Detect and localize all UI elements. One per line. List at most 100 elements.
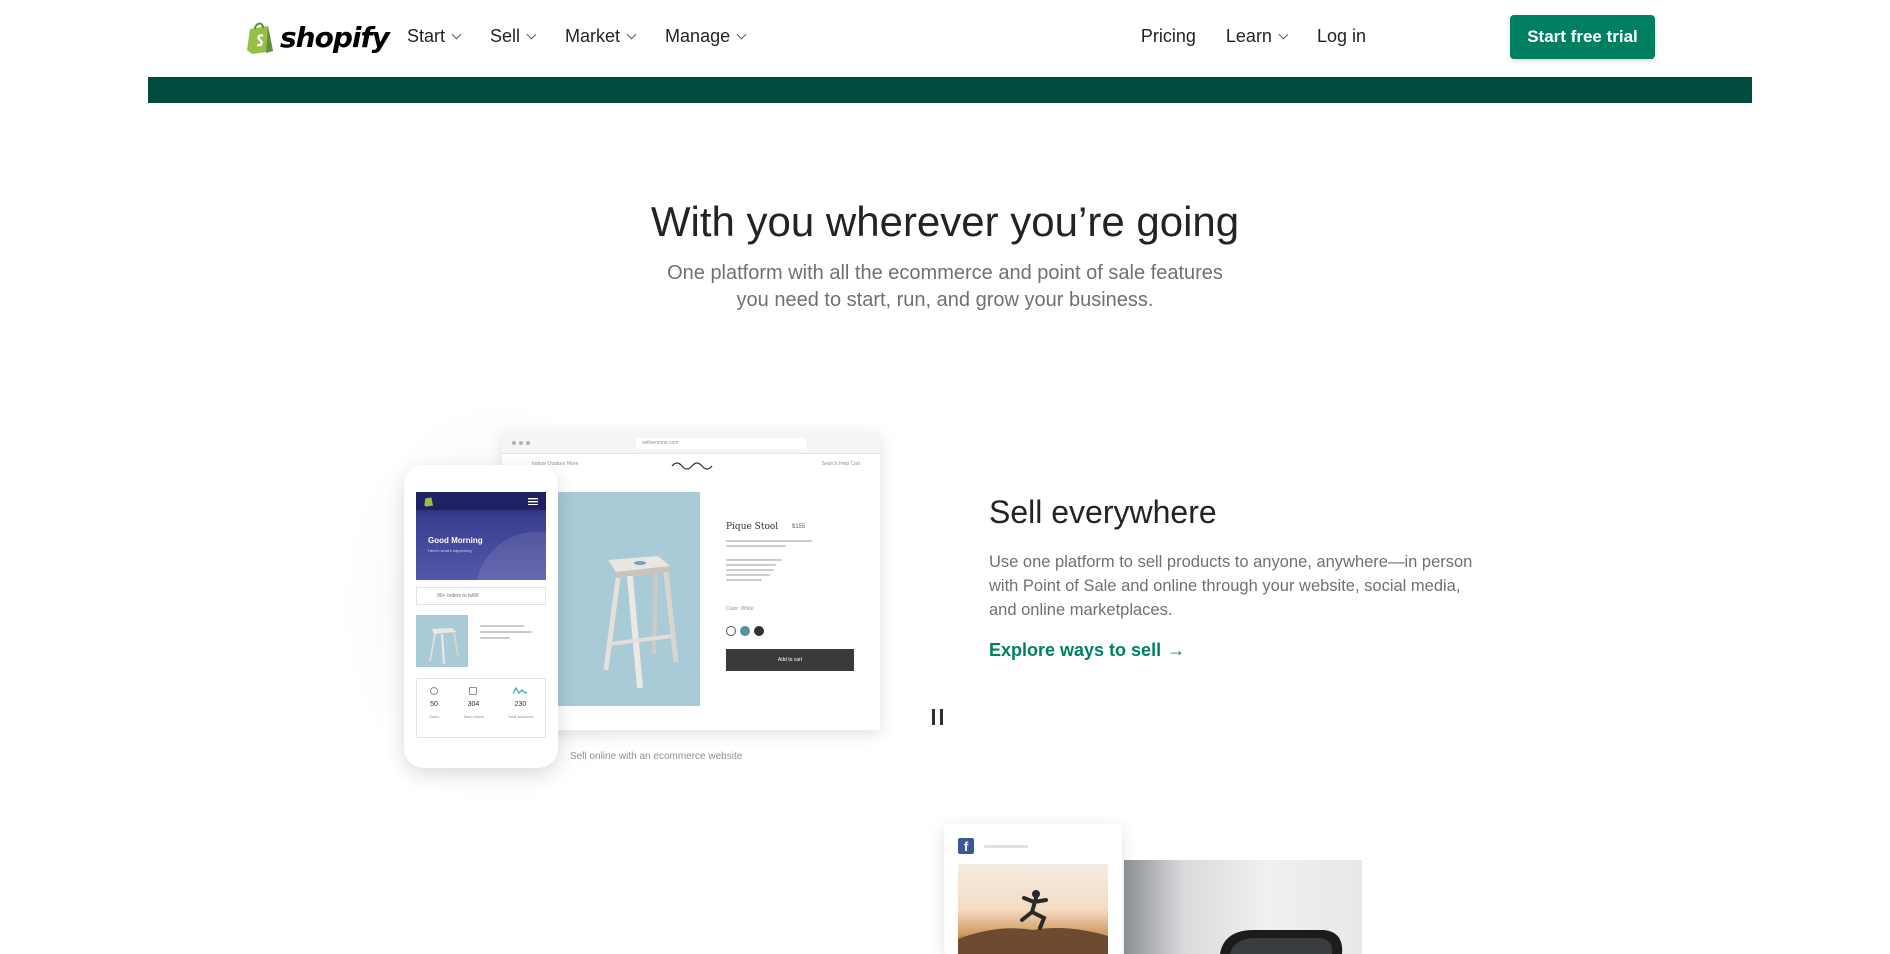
- facebook-icon: f: [958, 838, 974, 854]
- nav-start[interactable]: Start: [407, 26, 462, 47]
- stat-sessions: 230 Total sessions: [508, 687, 533, 737]
- chevron-down-icon: [526, 29, 537, 39]
- swatch-white: [726, 626, 736, 636]
- product-thumbnail: [416, 615, 468, 667]
- swatch-dark: [754, 626, 764, 636]
- text-line: [480, 625, 524, 627]
- hero-subtitle-line1: One platform with all the ecommerce and …: [667, 262, 1223, 284]
- text-line: [984, 845, 1028, 848]
- stat-orders: 304 Total orders: [463, 687, 484, 737]
- shopify-bag-icon: [424, 497, 433, 507]
- stat-label: Sales: [428, 714, 439, 719]
- window-dot-icon: [519, 441, 523, 445]
- stool-product-image: [558, 492, 700, 706]
- jumping-person-icon: [958, 890, 1108, 954]
- pause-icon[interactable]: [932, 709, 944, 725]
- nav-login[interactable]: Log in: [1317, 26, 1366, 47]
- chevron-down-icon: [736, 29, 747, 39]
- phone-header: Good Morning Here's what's happening: [416, 492, 546, 580]
- illustration-caption: Sell online with an ecommerce website: [570, 751, 743, 762]
- secondary-nav: Pricing Learn Log in: [1111, 26, 1366, 47]
- start-free-trial-button[interactable]: Start free trial: [1510, 15, 1655, 59]
- nav-learn-label: Learn: [1225, 26, 1272, 46]
- shopify-bag-icon: [247, 22, 273, 54]
- text-line: [480, 637, 510, 639]
- top-nav: shopify Start Sell Market Manage Pricing…: [0, 0, 1890, 77]
- facebook-post-card: f: [944, 824, 1122, 954]
- store-nav: Indoor Outdoor More Search Help Cart: [502, 454, 880, 474]
- orders-icon: [469, 687, 478, 695]
- browser-url: sellnerzone.com: [636, 438, 806, 449]
- chevron-down-icon: [451, 29, 462, 39]
- stat-value: 304: [467, 701, 480, 708]
- nav-learn[interactable]: Learn: [1225, 26, 1289, 47]
- arrow-right-icon: →: [1167, 640, 1186, 660]
- window-dot-icon: [526, 441, 530, 445]
- hand-holding-phone-photo: [1124, 860, 1362, 954]
- primary-nav: Start Sell Market Manage: [407, 26, 775, 47]
- shopify-logo[interactable]: shopify: [246, 18, 390, 56]
- explore-ways-to-sell-link[interactable]: Explore ways to sell →: [989, 640, 1185, 661]
- phone-greeting-sub: Here's what's happening: [428, 548, 472, 553]
- menu-icon: [528, 498, 538, 505]
- nav-sell[interactable]: Sell: [490, 26, 537, 47]
- window-dot-icon: [512, 441, 516, 445]
- chevron-down-icon: [626, 29, 637, 39]
- hero-subtitle: One platform with all the ecommerce and …: [645, 260, 1245, 314]
- phone-greeting: Good Morning: [428, 536, 483, 545]
- stat-label: Total orders: [462, 714, 484, 719]
- text-line: [726, 579, 762, 581]
- logo-text: shopify: [280, 20, 390, 54]
- store-wave-logo-icon: [671, 462, 713, 470]
- product-price: $155: [792, 524, 806, 530]
- text-line: [726, 564, 776, 566]
- swatch-blue: [740, 626, 750, 636]
- jumping-person-photo: [958, 864, 1108, 954]
- ecommerce-browser-mockup: sellnerzone.com Indoor Outdoor More Sear…: [502, 432, 880, 730]
- stat-value: 230: [514, 701, 527, 708]
- green-banner-strip: [148, 77, 1752, 103]
- stat-label: Total sessions: [507, 714, 533, 719]
- color-label: Color: White: [726, 606, 754, 612]
- hero-title: With you wherever you’re going: [650, 198, 1240, 245]
- explore-link-label: Explore ways to sell: [989, 640, 1162, 660]
- phone-topbar: [416, 492, 546, 510]
- thumbnail-text: [480, 625, 540, 642]
- stat-value: 50: [430, 701, 438, 708]
- hero-subtitle-line2: you need to start, run, and grow your bu…: [736, 289, 1154, 311]
- color-swatches: [726, 626, 764, 636]
- phone-stats: 50 Sales 304 Total orders 230 Total sess…: [416, 678, 546, 738]
- product-title: Pique Stool: [726, 522, 779, 532]
- text-line: [726, 559, 782, 561]
- phone-device-icon: [1220, 930, 1343, 954]
- sessions-chart-icon: [513, 687, 528, 695]
- browser-toolbar: sellnerzone.com: [502, 432, 880, 454]
- sales-icon: [429, 687, 438, 695]
- chevron-down-icon: [1278, 29, 1289, 39]
- text-line: [726, 574, 770, 576]
- add-to-cart-button: Add to cart: [726, 649, 854, 671]
- orders-to-fulfill: 90+ orders to fulfill: [416, 587, 546, 605]
- stool-icon: [429, 628, 459, 665]
- nav-market-label: Market: [565, 26, 621, 46]
- nav-manage[interactable]: Manage: [665, 26, 747, 47]
- text-line: [726, 545, 786, 547]
- text-line: [726, 540, 812, 542]
- text-line: [726, 569, 774, 571]
- stool-icon: [603, 556, 679, 689]
- nav-manage-label: Manage: [665, 26, 731, 46]
- text-line: [480, 631, 532, 633]
- store-nav-right: Search Help Cart: [821, 461, 860, 467]
- product-description: [726, 540, 816, 584]
- mobile-admin-mockup: Good Morning Here's what's happening 90+…: [404, 465, 558, 768]
- nav-pricing[interactable]: Pricing: [1141, 26, 1196, 47]
- pause-bar: [940, 709, 943, 725]
- nav-start-label: Start: [407, 26, 446, 46]
- decorative-arc: [476, 532, 546, 580]
- nav-sell-label: Sell: [490, 26, 521, 46]
- stat-sales: 50 Sales: [429, 687, 439, 737]
- pause-bar: [932, 709, 935, 725]
- nav-market[interactable]: Market: [565, 26, 637, 47]
- feature-title: Sell everywhere: [989, 494, 1217, 530]
- feature-body: Use one platform to sell products to any…: [989, 553, 1473, 619]
